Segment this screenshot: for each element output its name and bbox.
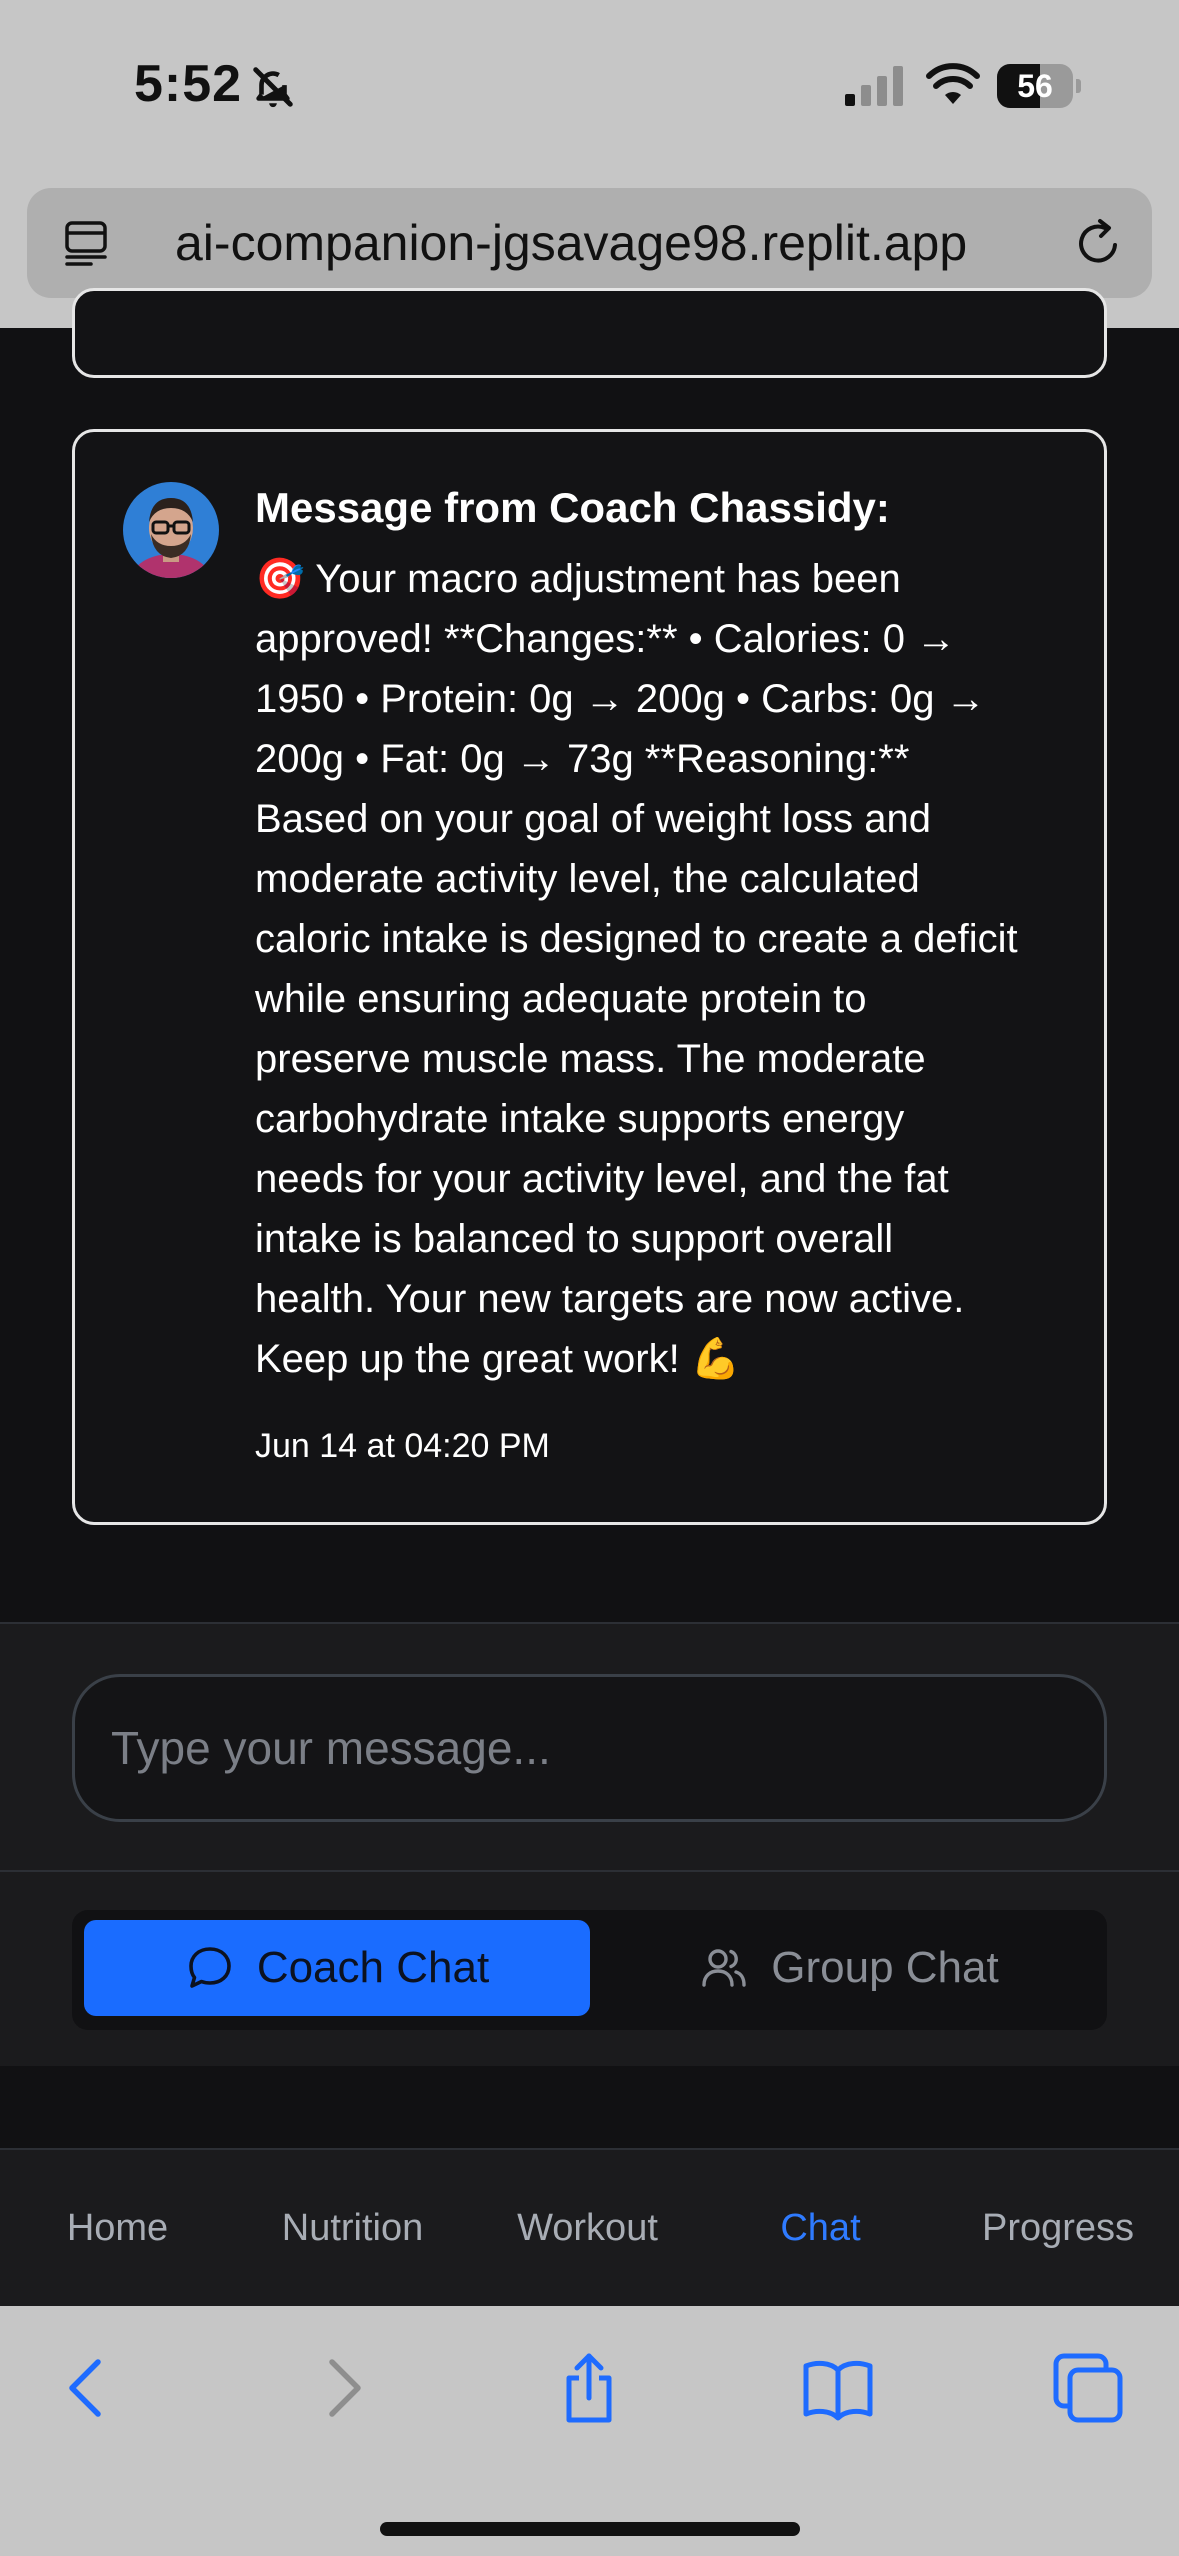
users-icon	[702, 1949, 746, 1987]
content-spacer	[0, 2066, 1179, 2148]
page-menu-icon[interactable]	[61, 217, 113, 269]
address-bar[interactable]: ai-companion-jgsavage98.replit.app	[27, 188, 1152, 298]
battery-level: 56	[1017, 68, 1053, 104]
chat-mode-toggle: Coach Chat Group Chat	[72, 1910, 1107, 2030]
message-sender-title: Message from Coach Chassidy:	[255, 484, 890, 531]
coach-chat-label: Coach Chat	[256, 1943, 490, 1992]
nav-item-chat[interactable]: Chat	[723, 2150, 918, 2306]
message-composer	[0, 1622, 1179, 1872]
message-timestamp: Jun 14 at 04:20 PM	[255, 1427, 550, 1465]
nav-item-workout[interactable]: Workout	[490, 2150, 685, 2306]
group-chat-label: Group Chat	[771, 1943, 999, 1992]
coach-chat-tab[interactable]: Coach Chat	[84, 1920, 590, 2016]
message-body: 🎯 Your macro adjustment has been approve…	[255, 557, 1018, 1381]
bell-off-icon	[253, 67, 293, 108]
coach-message-card: Message from Coach Chassidy: 🎯 Your macr…	[72, 429, 1107, 1525]
battery-indicator: 56	[997, 64, 1081, 108]
chat-bubble-icon	[189, 1947, 231, 1988]
group-chat-tab[interactable]: Group Chat	[602, 1920, 1096, 2016]
back-icon[interactable]	[52, 2352, 124, 2424]
chat-mode-toggle-area: Coach Chat Group Chat	[0, 1872, 1179, 2066]
share-icon[interactable]	[553, 2352, 625, 2424]
forward-icon[interactable]	[306, 2352, 378, 2424]
browser-top-chrome: 5:52 56 ai-companion-jgsavage98.replit.a…	[0, 0, 1179, 328]
chat-message-list[interactable]: Message from Coach Chassidy: 🎯 Your macr…	[0, 288, 1179, 1622]
browser-toolbar	[0, 2306, 1179, 2556]
url-text[interactable]: ai-companion-jgsavage98.replit.app	[175, 188, 1055, 298]
bookmarks-icon[interactable]	[802, 2352, 874, 2424]
cellular-signal-icon	[845, 66, 903, 106]
message-input[interactable]	[72, 1674, 1107, 1822]
nav-item-progress[interactable]: Progress	[960, 2150, 1156, 2306]
home-indicator[interactable]	[380, 2522, 800, 2536]
previous-message-card	[72, 288, 1107, 378]
coach-avatar	[123, 482, 219, 578]
status-time: 5:52	[134, 55, 243, 113]
bottom-navigation: Home Nutrition Workout Chat Progress	[0, 2148, 1179, 2306]
tabs-icon[interactable]	[1052, 2352, 1124, 2424]
nav-item-home[interactable]: Home	[20, 2150, 215, 2306]
reload-icon[interactable]	[1071, 215, 1127, 271]
nav-item-nutrition[interactable]: Nutrition	[255, 2150, 450, 2306]
wifi-icon	[926, 63, 980, 104]
